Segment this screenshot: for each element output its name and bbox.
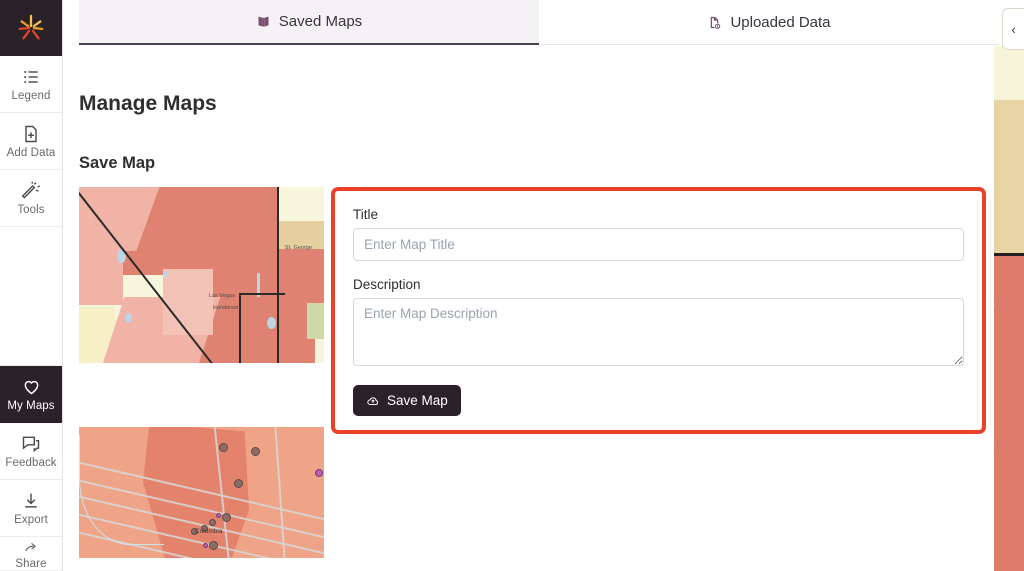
- save-map-button[interactable]: Save Map: [353, 385, 461, 416]
- tab-saved-maps[interactable]: Saved Maps: [79, 0, 539, 45]
- tab-uploaded-data[interactable]: Uploaded Data: [539, 0, 999, 45]
- map-thumbnail-columbia[interactable]: Columbia: [79, 427, 324, 558]
- sidebar-spacer: [0, 227, 62, 366]
- sidebar-item-label: Add Data: [7, 147, 56, 159]
- map-area-green: [307, 303, 324, 339]
- map-marker-highlight[interactable]: [216, 513, 221, 518]
- tab-label: Uploaded Data: [730, 14, 830, 31]
- sidebar-item-my-maps[interactable]: My Maps: [0, 366, 62, 423]
- sidebar-item-label: Feedback: [5, 457, 56, 469]
- sidebar-item-share[interactable]: Share: [0, 537, 62, 571]
- sidebar-item-label: Tools: [17, 204, 44, 216]
- section-title-save-map: Save Map: [79, 154, 994, 173]
- share-icon: [21, 541, 41, 555]
- map-marker[interactable]: [234, 479, 243, 488]
- map-area-pale: [163, 269, 213, 335]
- map-marker[interactable]: [219, 443, 228, 452]
- tab-bar: Saved Maps Uploaded Data ‹: [63, 0, 1024, 46]
- map-description-input[interactable]: [353, 298, 964, 366]
- app-logo[interactable]: [0, 0, 62, 56]
- map-lake: [125, 313, 132, 323]
- app-root: Legend Add Data Tools My Maps: [0, 0, 1024, 571]
- tab-label: Saved Maps: [279, 13, 362, 30]
- sidebar-item-label: My Maps: [7, 400, 54, 412]
- map-thumbnail-artwork: Las Vegas Henderson St. George: [79, 187, 324, 363]
- map-marker[interactable]: [209, 541, 218, 550]
- wand-icon: [21, 181, 41, 201]
- map-marker[interactable]: [251, 447, 260, 456]
- sparkle-logo-icon: [16, 13, 46, 43]
- map-highway-vertical: [274, 427, 287, 558]
- map-river: [79, 435, 164, 545]
- map-city-label: Columbia: [195, 528, 222, 535]
- map-marker-highlight[interactable]: [315, 469, 323, 477]
- collapse-panel-button[interactable]: ‹: [1002, 8, 1024, 50]
- title-field-label: Title: [353, 207, 964, 222]
- download-icon: [21, 491, 41, 511]
- map-marker[interactable]: [222, 513, 231, 522]
- map-marker[interactable]: [209, 519, 216, 526]
- sidebar-item-label: Export: [14, 514, 48, 526]
- map-city-label: Las Vegas: [209, 293, 235, 299]
- main-content: Manage Maps Save Map: [63, 46, 994, 571]
- page-title: Manage Maps: [79, 92, 994, 116]
- file-plus-icon: [21, 124, 41, 144]
- map-thumbnail-artwork: Columbia: [79, 427, 324, 558]
- map-book-icon: [256, 14, 271, 29]
- sidebar-item-feedback[interactable]: Feedback: [0, 423, 62, 480]
- sidebar-item-label: Share: [15, 558, 46, 570]
- list-icon: [21, 67, 41, 87]
- sidebar-item-legend[interactable]: Legend: [0, 56, 62, 113]
- save-map-button-label: Save Map: [387, 393, 448, 408]
- save-map-form-card: Title Description Save Map: [331, 187, 986, 434]
- comment-icon: [21, 434, 41, 454]
- map-city-label: St. George: [285, 245, 312, 251]
- map-lake: [267, 317, 276, 329]
- map-marker-highlight[interactable]: [203, 543, 208, 548]
- heart-icon: [21, 376, 42, 397]
- map-state-border-vertical: [277, 187, 279, 363]
- map-title-input[interactable]: [353, 228, 964, 261]
- sidebar-item-label: Legend: [12, 90, 51, 102]
- map-lake: [163, 271, 168, 277]
- sidebar-item-export[interactable]: Export: [0, 480, 62, 537]
- sidebar-item-tools[interactable]: Tools: [0, 170, 62, 227]
- file-upload-icon: [707, 15, 722, 30]
- sidebar-item-add-data[interactable]: Add Data: [0, 113, 62, 170]
- chevron-left-icon: ‹: [1011, 22, 1015, 37]
- map-city-label: Henderson: [213, 305, 240, 311]
- left-sidebar: Legend Add Data Tools My Maps: [0, 0, 63, 571]
- map-thumbnail-nevada[interactable]: Las Vegas Henderson St. George: [79, 187, 324, 363]
- description-field-label: Description: [353, 277, 964, 292]
- cloud-upload-icon: [366, 394, 380, 408]
